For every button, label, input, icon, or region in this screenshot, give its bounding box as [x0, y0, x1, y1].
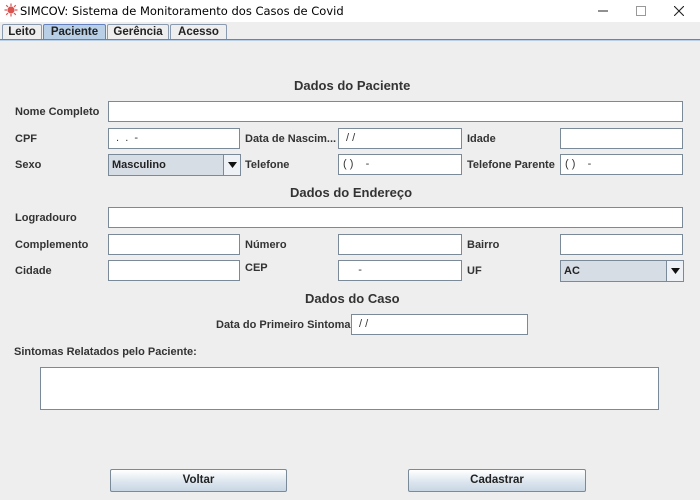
sexo-selected-value: Masculino: [112, 159, 166, 171]
uf-select[interactable]: AC: [560, 260, 684, 282]
cidade-field[interactable]: [108, 260, 240, 281]
bairro-field[interactable]: [560, 234, 683, 255]
telefone-parente-field[interactable]: ( ) -: [560, 154, 683, 175]
sexo-label: Sexo: [15, 159, 42, 171]
numero-field[interactable]: [338, 234, 462, 255]
sexo-select[interactable]: Masculino: [108, 154, 241, 176]
bairro-label: Bairro: [467, 239, 500, 251]
nome-field[interactable]: [108, 101, 683, 122]
chevron-down-icon[interactable]: [666, 261, 683, 281]
chevron-down-icon[interactable]: [223, 155, 240, 175]
tab-bar: Leito Paciente Gerência Acesso: [0, 22, 700, 41]
section-title-caso: Dados do Caso: [305, 291, 400, 306]
cep-label: CEP: [245, 262, 268, 274]
tab-content-border: [0, 39, 700, 41]
close-icon: [674, 6, 684, 16]
sintomas-textarea[interactable]: [40, 367, 659, 410]
complemento-label: Complemento: [15, 239, 89, 251]
maximize-button[interactable]: [624, 0, 658, 22]
idade-field[interactable]: [560, 128, 683, 149]
numero-label: Número: [245, 239, 287, 251]
virus-icon: [4, 3, 18, 17]
section-title-endereco: Dados do Endereço: [290, 185, 413, 200]
nascimento-label: Data de Nascim...: [245, 133, 337, 145]
title-bar: SIMCOV: Sistema de Monitoramento dos Cas…: [0, 0, 700, 22]
minimize-button[interactable]: [586, 0, 620, 22]
maximize-icon: [636, 6, 646, 16]
section-title-paciente: Dados do Paciente: [294, 78, 411, 93]
sintomas-label: Sintomas Relatados pelo Paciente:: [14, 346, 197, 358]
window-title: SIMCOV: Sistema de Monitoramento dos Cas…: [20, 4, 344, 18]
close-button[interactable]: [662, 0, 696, 22]
primeiro-sintoma-field[interactable]: / /: [351, 314, 528, 335]
nome-label: Nome Completo: [15, 106, 100, 118]
uf-label: UF: [467, 265, 482, 277]
cadastrar-button[interactable]: Cadastrar: [408, 469, 586, 492]
telefone-label: Telefone: [245, 159, 290, 171]
complemento-field[interactable]: [108, 234, 240, 255]
uf-selected-value: AC: [564, 265, 580, 277]
cpf-label: CPF: [15, 133, 37, 145]
telefone-field[interactable]: ( ) -: [338, 154, 462, 175]
cpf-field[interactable]: . . -: [108, 128, 240, 149]
nascimento-field[interactable]: / /: [338, 128, 462, 149]
cidade-label: Cidade: [15, 265, 52, 277]
logradouro-field[interactable]: [108, 207, 683, 228]
idade-label: Idade: [467, 133, 496, 145]
minimize-icon: [598, 10, 608, 12]
voltar-button[interactable]: Voltar: [110, 469, 287, 492]
logradouro-label: Logradouro: [15, 212, 77, 224]
cep-field[interactable]: -: [338, 260, 462, 281]
telefone-parente-label: Telefone Parente: [467, 159, 555, 171]
primeiro-sintoma-label: Data do Primeiro Sintoma:: [216, 319, 355, 331]
